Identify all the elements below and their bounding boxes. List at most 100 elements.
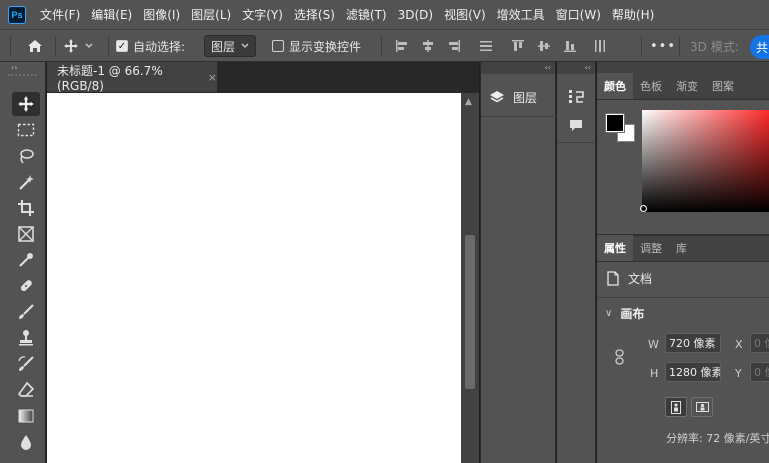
chain-link-icon — [615, 349, 624, 365]
comments-panel-button[interactable] — [568, 118, 584, 135]
vertical-scrollbar[interactable]: ▲ — [461, 93, 479, 463]
layers-dock: ‹‹ 图层 — [480, 62, 557, 463]
tab-properties[interactable]: 属性 — [597, 235, 633, 261]
history-panel-button[interactable] — [568, 88, 586, 109]
distribute-vertical-icon[interactable] — [593, 39, 607, 53]
history-brush-icon — [18, 356, 34, 371]
orientation-buttons — [665, 397, 717, 417]
document-properties-row: 文档 — [607, 270, 652, 287]
blur-tool[interactable] — [12, 430, 40, 454]
magic-wand-tool[interactable] — [12, 170, 40, 194]
healing-brush-tool[interactable] — [12, 274, 40, 298]
menu-plugins[interactable]: 增效工具 — [497, 6, 545, 23]
align-bottom-icon[interactable] — [563, 39, 577, 53]
menu-edit[interactable]: 编辑(E) — [91, 6, 132, 23]
height-label: H — [650, 367, 659, 380]
stamp-icon — [19, 330, 33, 346]
color-picker-field[interactable] — [642, 110, 769, 212]
divider — [641, 36, 642, 56]
tab-gradients[interactable]: 渐变 — [669, 73, 705, 99]
gradient-tool[interactable] — [12, 404, 40, 428]
brush-tool[interactable] — [12, 300, 40, 324]
auto-select-value: 图层 — [211, 39, 236, 54]
tab-adjustments[interactable]: 调整 — [633, 235, 669, 261]
menu-3d[interactable]: 3D(D) — [398, 8, 433, 22]
frame-icon — [18, 226, 34, 242]
align-middle-v-icon[interactable] — [537, 39, 551, 53]
menu-select[interactable]: 选择(S) — [294, 6, 335, 23]
menu-image[interactable]: 图像(I) — [143, 6, 180, 23]
align-center-h-icon[interactable] — [421, 39, 435, 53]
share-button[interactable]: 共 — [750, 35, 769, 59]
foreground-color-swatch[interactable] — [605, 113, 625, 133]
comment-icon — [570, 120, 582, 131]
canvas-section-toggle[interactable]: ∨ 画布 — [605, 305, 644, 322]
landscape-icon — [695, 402, 709, 412]
menu-layer[interactable]: 图层(L) — [191, 6, 231, 23]
tab-swatches[interactable]: 色板 — [633, 73, 669, 99]
frame-tool[interactable] — [12, 222, 40, 246]
document-tab-title: 未标题-1 @ 66.7%(RGB/8) — [57, 63, 163, 93]
eyedropper-tool[interactable] — [12, 248, 40, 272]
show-transform-checkbox[interactable]: 显示变换控件 — [272, 30, 361, 62]
scrollbar-thumb[interactable] — [465, 235, 475, 389]
menu-help[interactable]: 帮助(H) — [612, 6, 654, 23]
close-tab-button[interactable]: × — [208, 71, 217, 84]
divider — [55, 36, 56, 56]
portrait-icon — [671, 400, 681, 414]
lasso-tool[interactable] — [12, 144, 40, 168]
menu-file[interactable]: 文件(F) — [40, 6, 80, 23]
panel-grip[interactable] — [8, 74, 37, 82]
bandage-icon — [20, 280, 32, 292]
height-input[interactable]: 1280 像素 — [665, 362, 721, 382]
tab-libraries[interactable]: 库 — [669, 235, 694, 261]
options-bar: ✓ 自动选择: 图层 显示变换控件 ••• 3D 模式: 共 — [0, 29, 769, 62]
auto-select-checkbox[interactable]: ✓ 自动选择: — [116, 30, 185, 62]
move-tool[interactable] — [12, 92, 40, 116]
marquee-tool[interactable] — [12, 118, 40, 142]
align-right-icon[interactable] — [447, 39, 461, 53]
width-input[interactable]: 720 像素 — [665, 333, 721, 353]
menu-window[interactable]: 窗口(W) — [556, 6, 601, 23]
color-picker-cursor[interactable] — [640, 205, 647, 212]
move-tool-preset-button[interactable] — [63, 30, 103, 62]
scroll-up-icon[interactable]: ▲ — [465, 97, 472, 107]
layers-panel-button[interactable]: 图层 — [489, 84, 537, 110]
history-brush-tool[interactable] — [12, 352, 40, 376]
tab-color[interactable]: 颜色 — [597, 73, 633, 99]
eraser-icon — [17, 381, 35, 397]
chevron-down-icon — [85, 43, 93, 48]
menu-type[interactable]: 文字(Y) — [242, 6, 283, 23]
checkmark-icon: ✓ — [116, 40, 128, 52]
menu-filter[interactable]: 滤镜(T) — [346, 6, 387, 23]
brush-icon — [19, 304, 34, 319]
crop-tool[interactable] — [12, 196, 40, 220]
eyedropper-icon — [19, 253, 33, 267]
tools-collapse-button[interactable]: ›› — [0, 62, 45, 74]
document-label: 文档 — [628, 272, 653, 286]
x-input[interactable]: 0 像 — [750, 333, 769, 353]
menu-view[interactable]: 视图(V) — [444, 6, 486, 23]
home-button[interactable] — [24, 30, 46, 62]
align-left-icon[interactable] — [395, 39, 409, 53]
clone-stamp-tool[interactable] — [12, 326, 40, 350]
document-icon — [607, 271, 619, 286]
more-options-button[interactable]: ••• — [650, 30, 676, 62]
align-top-icon[interactable] — [511, 39, 525, 53]
document-tab[interactable]: 未标题-1 @ 66.7%(RGB/8) × — [47, 62, 218, 93]
y-input[interactable]: 0 像 — [750, 362, 769, 382]
distribute-horizontal-icon[interactable] — [479, 39, 493, 53]
divider — [597, 297, 769, 298]
tab-patterns[interactable]: 图案 — [705, 73, 741, 99]
landscape-button[interactable] — [691, 397, 713, 417]
link-dimensions-button[interactable] — [615, 349, 624, 368]
collapse-panels-button[interactable]: ‹‹ — [481, 62, 555, 74]
auto-select-dropdown[interactable]: 图层 — [204, 35, 256, 57]
collapse-panels-button[interactable]: ‹‹ — [557, 62, 595, 74]
eraser-tool[interactable] — [12, 378, 40, 402]
auto-select-label: 自动选择: — [133, 39, 186, 54]
portrait-button[interactable] — [665, 397, 687, 417]
layers-label: 图层 — [513, 90, 538, 105]
canvas[interactable] — [47, 93, 461, 463]
magic-wand-icon — [19, 175, 34, 190]
